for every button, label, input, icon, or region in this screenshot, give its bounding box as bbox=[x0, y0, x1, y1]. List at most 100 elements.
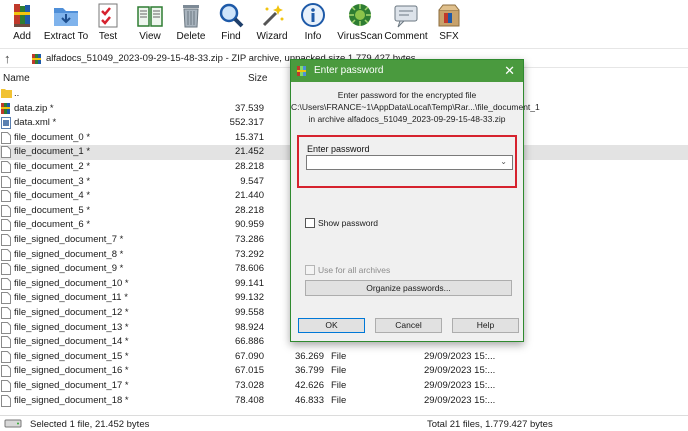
file-size: 37.539 bbox=[234, 102, 264, 114]
file-icon bbox=[1, 336, 11, 349]
file-size: 99.132 bbox=[234, 292, 264, 304]
dialog-titlebar[interactable]: Enter password ✕ bbox=[291, 60, 523, 82]
file-modified: 29/09/2023 15:... bbox=[424, 380, 496, 391]
file-size: 67.090 bbox=[234, 350, 264, 362]
status-selection: Selected 1 file, 21.452 bytes bbox=[30, 419, 150, 430]
drive-icon bbox=[4, 418, 22, 431]
file-icon bbox=[1, 350, 11, 363]
help-button[interactable]: Help bbox=[452, 318, 519, 333]
file-name: file_document_1 * bbox=[14, 146, 91, 158]
dialog-title: Enter password bbox=[314, 65, 384, 76]
ok-button[interactable]: OK bbox=[298, 318, 365, 333]
file-packed-size: 36.269 bbox=[294, 350, 324, 362]
status-bar: Selected 1 file, 21.452 bytes Total 21 f… bbox=[0, 415, 688, 431]
sfx-button[interactable]: SFX bbox=[421, 2, 477, 46]
file-icon bbox=[1, 321, 11, 334]
file-size: 73.286 bbox=[234, 234, 264, 245]
file-row[interactable]: file_signed_document_18 * 78.408 46.833 Fil… bbox=[0, 394, 688, 409]
file-row[interactable]: file_signed_document_16 * 67.015 36.799 Fil… bbox=[0, 364, 688, 379]
file-name: file_signed_document_11 * bbox=[14, 292, 128, 304]
comment-icon bbox=[392, 2, 420, 29]
file-packed-size: 36.799 bbox=[294, 365, 324, 377]
status-total: Total 21 files, 1.779.427 bytes bbox=[427, 419, 553, 430]
file-size: 78.606 bbox=[234, 263, 264, 275]
file-name: file_document_3 * bbox=[14, 175, 91, 187]
file-packed-size: 46.833 bbox=[294, 394, 324, 406]
file-name: file_signed_document_14 * bbox=[14, 336, 129, 348]
dialog-info-line-2: C:\Users\FRANCE~1\AppData\Local\Temp\Rar… bbox=[291, 102, 540, 112]
close-icon[interactable]: ✕ bbox=[504, 63, 515, 79]
file-icon bbox=[1, 248, 11, 261]
virus-icon bbox=[346, 2, 374, 29]
file-size: 28.218 bbox=[234, 161, 264, 172]
file-icon bbox=[1, 146, 11, 159]
folder-icon bbox=[1, 88, 12, 100]
file-name: file_document_0 * bbox=[14, 131, 91, 143]
file-size: 21.452 bbox=[234, 146, 264, 158]
file-icon bbox=[1, 204, 11, 217]
file-icon bbox=[1, 307, 11, 319]
checklist-icon bbox=[94, 2, 122, 29]
xml-file-icon bbox=[1, 117, 11, 130]
up-arrow-icon[interactable]: ↑ bbox=[4, 51, 11, 66]
magic-wand-icon bbox=[258, 2, 286, 29]
books-stack-icon bbox=[8, 2, 36, 29]
sfx-box-icon bbox=[435, 2, 463, 29]
archive-icon bbox=[31, 53, 43, 65]
file-size: 90.959 bbox=[234, 219, 264, 231]
file-packed-size: 42.626 bbox=[294, 380, 324, 391]
file-size: 66.886 bbox=[234, 336, 264, 348]
file-icon bbox=[1, 263, 11, 276]
file-name: file_document_5 * bbox=[14, 204, 91, 216]
file-icon bbox=[1, 394, 11, 407]
open-book-icon bbox=[136, 2, 164, 29]
file-icon bbox=[1, 292, 11, 305]
file-icon bbox=[1, 219, 11, 232]
use-for-all-archives-label: Use for all archives bbox=[318, 265, 391, 275]
column-name-header[interactable]: Name bbox=[3, 73, 30, 84]
chevron-down-icon[interactable]: ⌄ bbox=[500, 157, 507, 166]
file-icon bbox=[1, 380, 11, 392]
winrar-icon bbox=[297, 65, 308, 77]
checkbox-icon[interactable] bbox=[305, 265, 315, 275]
file-size: 28.218 bbox=[234, 204, 264, 216]
file-name: file_signed_document_7 * bbox=[14, 234, 124, 245]
file-name: file_signed_document_13 * bbox=[14, 321, 129, 333]
file-name: file_document_4 * bbox=[14, 190, 91, 202]
checkbox-icon[interactable] bbox=[305, 218, 315, 228]
file-size: 99.558 bbox=[234, 307, 264, 318]
file-name: file_document_2 * bbox=[14, 161, 91, 172]
file-name: file_signed_document_16 * bbox=[14, 365, 129, 377]
file-icon bbox=[1, 131, 11, 144]
dialog-info-line-1: Enter password for the encrypted file bbox=[337, 90, 477, 100]
file-name: file_document_6 * bbox=[14, 219, 91, 231]
file-name: file_signed_document_15 * bbox=[14, 350, 129, 362]
file-icon bbox=[1, 234, 11, 246]
cancel-button[interactable]: Cancel bbox=[375, 318, 442, 333]
file-row[interactable]: file_signed_document_15 * 67.090 36.269 Fil… bbox=[0, 350, 688, 365]
trash-can-icon bbox=[177, 2, 205, 29]
file-size: 98.924 bbox=[234, 321, 264, 333]
file-row[interactable]: file_signed_document_17 * 73.028 42.626 Fil… bbox=[0, 379, 688, 394]
file-icon bbox=[1, 365, 11, 378]
file-name: file_signed_document_17 * bbox=[14, 380, 129, 391]
file-name: file_signed_document_18 * bbox=[14, 394, 129, 406]
file-modified: 29/09/2023 15:... bbox=[424, 394, 496, 406]
sfx-label: SFX bbox=[439, 31, 459, 42]
info-icon bbox=[299, 2, 327, 29]
organize-passwords-button[interactable]: Organize passwords... bbox=[305, 280, 512, 296]
dialog-info-line-3: in archive alfadocs_51049_2023-09-29-15-… bbox=[308, 114, 506, 124]
file-name: file_signed_document_12 * bbox=[14, 307, 129, 318]
file-name: file_signed_document_8 * bbox=[14, 248, 124, 260]
file-name: file_signed_document_10 * bbox=[14, 277, 129, 289]
file-size: 73.292 bbox=[234, 248, 264, 260]
file-size: 99.141 bbox=[234, 277, 264, 289]
password-input[interactable] bbox=[306, 155, 513, 170]
file-size: 21.440 bbox=[234, 190, 264, 202]
file-type: File bbox=[331, 394, 347, 406]
magnifier-icon bbox=[217, 2, 245, 29]
file-type: File bbox=[331, 350, 347, 362]
column-size-header[interactable]: Size bbox=[248, 73, 267, 84]
file-icon bbox=[1, 175, 11, 188]
toolbar: Add Extract To Test View Delete Find Wiz… bbox=[0, 0, 688, 46]
